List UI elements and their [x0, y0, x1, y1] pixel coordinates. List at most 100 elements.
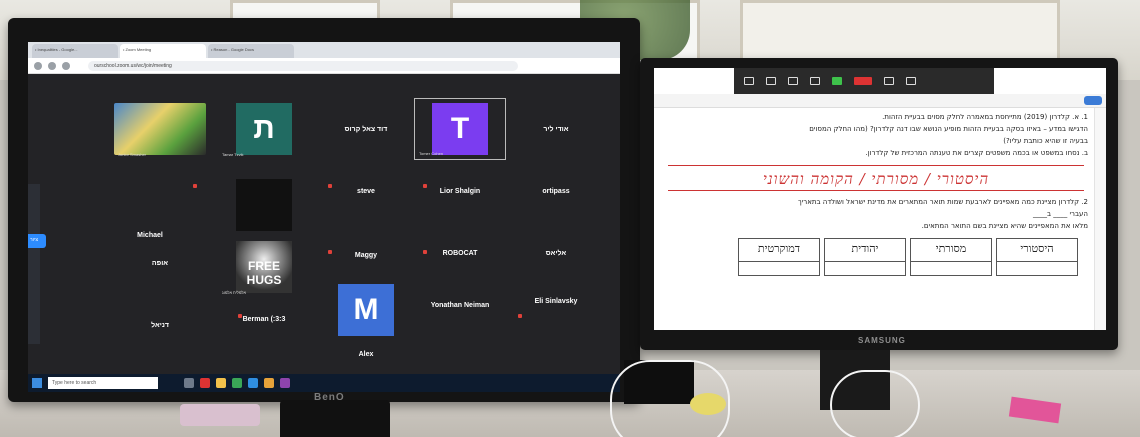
desk-pink-object: [180, 404, 260, 426]
zoom-side-panel: [28, 184, 40, 344]
answer-table: היסטורי מסורתי יהודית דמוקרטית: [660, 238, 1088, 276]
participant-tile[interactable]: ת Tamar Tzvik: [218, 98, 310, 160]
participant-video: FREE HUGS: [236, 241, 292, 293]
participant-name: Maggy: [354, 251, 378, 259]
handwritten-answer: היסטורי / מסורתי / הקומה והשוני: [668, 165, 1084, 191]
table-header-cell: דמוקרטית: [738, 238, 820, 276]
participant-name: דניאל: [151, 321, 169, 329]
participant-tile[interactable]: Yonathan Neiman: [414, 274, 506, 336]
question-1-line: 1. א. קלדרון (2019) מתייחסת במאמרה לחלק …: [882, 113, 1088, 121]
participant-tile[interactable]: דוד צאל קרוס: [320, 98, 412, 160]
participant-tile[interactable]: Junior Smasher: [114, 98, 206, 160]
question-2-line: 2. קלדרון מציינת כמה מאפיינים לארבעת שמו…: [797, 198, 1088, 206]
edge-icon[interactable]: [248, 378, 258, 388]
participant-tile[interactable]: דניאל: [114, 294, 206, 356]
share-button[interactable]: [1084, 96, 1102, 105]
security-icon[interactable]: [788, 77, 798, 85]
participant-caption: Tamar Tzvik: [222, 152, 244, 157]
back-icon[interactable]: [34, 62, 42, 70]
mic-icon[interactable]: [744, 77, 754, 85]
browser-tab[interactable]: • Reason - Google Docs: [208, 44, 294, 58]
more-icon[interactable]: [906, 77, 916, 85]
participant-name: Yonathan Neiman: [430, 301, 490, 309]
mic-muted-icon: [328, 184, 332, 188]
chrome-icon[interactable]: [232, 378, 242, 388]
left-screen: • Inequalities - Google... • Zoom Meetin…: [28, 42, 620, 392]
table-header-cell: מסורתי: [910, 238, 992, 276]
zoom-app-icon[interactable]: [200, 378, 210, 388]
right-monitor: 1. א. קלדרון (2019) מתייחסת במאמרה לחלק …: [640, 58, 1118, 350]
mic-muted-icon: [423, 250, 427, 254]
table-header-cell: היסטורי: [996, 238, 1078, 276]
question-1-line: הדגישו במדע – באיזו בסקה בבעיית הזהות מו…: [809, 125, 1088, 133]
participant-tile[interactable]: ortipass: [510, 160, 602, 222]
white-cable: [830, 370, 920, 437]
table-header-cell: יהודית: [824, 238, 906, 276]
participant-tile[interactable]: Maggy: [320, 224, 412, 286]
mic-muted-icon: [328, 250, 332, 254]
participant-name: דוד צאל קרוס: [344, 125, 388, 133]
participant-name: ROBOCAT: [442, 249, 478, 257]
participant-name: steve: [357, 187, 375, 195]
browser-tab-active[interactable]: • Zoom Meeting: [120, 44, 206, 58]
monitor-brand-logo: SAMSUNG: [858, 336, 906, 345]
mic-muted-icon: [193, 184, 197, 188]
file-explorer-icon[interactable]: [216, 378, 226, 388]
app-icon[interactable]: [280, 378, 290, 388]
participant-tile[interactable]: T Tomer Cohen: [414, 98, 506, 160]
right-screen: 1. א. קלדרון (2019) מתייחסת במאמרה לחלק …: [654, 68, 1106, 330]
taskbar-search-input[interactable]: Type here to search: [48, 377, 158, 389]
url-input[interactable]: ourschool.zoom.us/wc/join/meeting: [88, 61, 518, 71]
participant-name: Eli Sinlavsky: [534, 297, 578, 305]
left-monitor: • Inequalities - Google... • Zoom Meetin…: [8, 18, 640, 403]
participant-name: Lior Shalgin: [439, 187, 481, 195]
document-toolbar: [654, 94, 1106, 108]
participant-tile[interactable]: אופה: [114, 232, 206, 294]
participant-name: Alex: [358, 350, 374, 358]
mic-muted-icon: [423, 184, 427, 188]
question-1-line: בבעיה זו שהיא כותבת עליו?): [1003, 137, 1088, 145]
zoom-share-toolbar: [734, 68, 994, 94]
left-monitor-stand: [280, 400, 390, 437]
participant-avatar: T: [432, 103, 488, 155]
zoom-side-chip[interactable]: ציור: [28, 234, 46, 248]
participant-video-dark: [236, 179, 292, 231]
participant-video: [114, 103, 206, 155]
question-2-line: מלאו את המאפיינים שהיא מציינת בשם התואר …: [921, 222, 1088, 230]
participant-name: Junior Smasher: [118, 152, 147, 157]
mic-muted-icon: [518, 314, 522, 318]
browser-address-bar: ourschool.zoom.us/wc/join/meeting: [28, 58, 620, 74]
participant-tile[interactable]: Alex: [320, 336, 412, 372]
app-icon[interactable]: [264, 378, 274, 388]
participant-name: אודי ליר: [543, 125, 569, 133]
participant-tile[interactable]: Eli Sinlavsky: [510, 270, 602, 332]
zoom-gallery: ציור Junior Smasher ת Tamar Tzvik דוד צא…: [28, 74, 620, 374]
windows-start-icon[interactable]: [32, 378, 42, 388]
participant-tile[interactable]: steve: [320, 160, 412, 222]
video-icon[interactable]: [766, 77, 776, 85]
annotate-icon[interactable]: [884, 77, 894, 85]
participant-avatar: M: [338, 284, 394, 336]
participants-icon[interactable]: [810, 77, 820, 85]
participant-tile[interactable]: Berman (:3:3: [218, 288, 310, 350]
browser-tab[interactable]: • Inequalities - Google...: [32, 44, 118, 58]
new-share-icon[interactable]: [832, 77, 842, 85]
participant-name: אופה: [151, 259, 169, 267]
question-1-line: ב. נסחו במשפט או בכמה משפטים קצרים את טע…: [865, 149, 1088, 157]
participant-tile[interactable]: Lior Shalgin: [414, 160, 506, 222]
participant-tile[interactable]: אודי ליר: [510, 98, 602, 160]
stop-share-icon[interactable]: [854, 77, 872, 85]
task-view-icon[interactable]: [184, 378, 194, 388]
participant-name: אליאס: [545, 249, 567, 257]
reload-icon[interactable]: [62, 62, 70, 70]
windows-taskbar: Type here to search: [28, 374, 620, 392]
document-side-panel: [1094, 108, 1106, 330]
participant-tile[interactable]: M: [320, 279, 412, 341]
participant-caption: Tomer Cohen: [419, 151, 444, 156]
forward-icon[interactable]: [48, 62, 56, 70]
participant-name: Berman (:3:3: [242, 315, 286, 323]
participant-name: ortipass: [542, 187, 570, 195]
question-2-line: העברי ____ ב____: [1032, 210, 1088, 218]
participant-avatar: ת: [236, 103, 292, 155]
participant-tile[interactable]: [218, 174, 310, 236]
